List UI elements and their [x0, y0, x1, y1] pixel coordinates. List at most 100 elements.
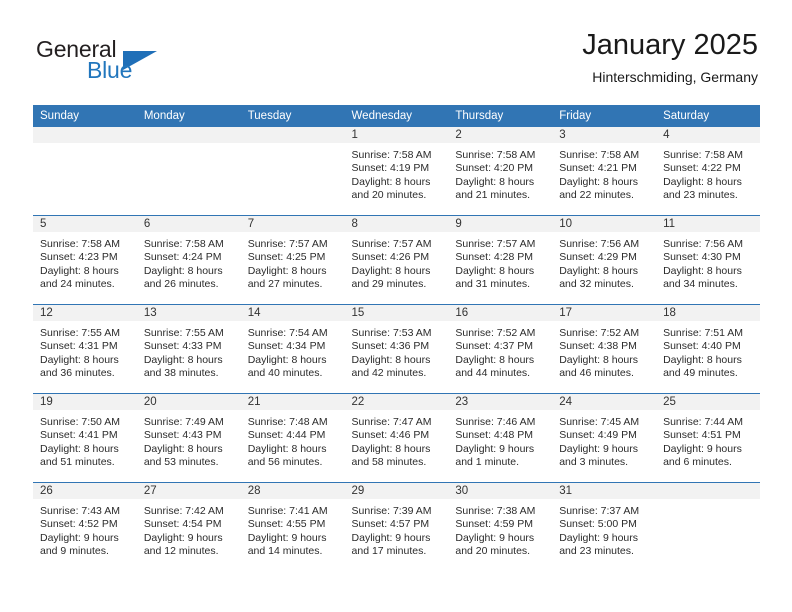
calendar-day-cell: 24 Sunrise: 7:45 AM Sunset: 4:49 PM Dayligh…	[552, 393, 657, 483]
daylight-text-line2: and 40 minutes.	[247, 367, 323, 380]
day-cell[interactable]: 12 Sunrise: 7:55 AM Sunset: 4:31 PM Dayligh…	[33, 305, 137, 393]
calendar-day-cell: 2 Sunrise: 7:58 AM Sunset: 4:20 PM Daylight…	[448, 127, 553, 216]
daylight-text-line1: Daylight: 8 hours	[663, 264, 742, 277]
sunrise-text: Sunrise: 7:43 AM	[40, 505, 120, 517]
sunrise-text: Sunrise: 7:52 AM	[455, 327, 536, 339]
daylight-text-line2: and 23 minutes.	[559, 545, 634, 558]
day-cell[interactable]: 29 Sunrise: 7:39 AM Sunset: 4:57 PM Dayligh…	[344, 483, 449, 571]
day-cell[interactable]: 24 Sunrise: 7:45 AM Sunset: 4:49 PM Dayligh…	[552, 394, 657, 482]
day-cell[interactable]: 5 Sunrise: 7:58 AM Sunset: 4:23 PM Daylight…	[33, 216, 137, 304]
daylight-text-line1: Daylight: 8 hours	[143, 264, 223, 277]
day-details: Sunrise: 7:48 AM Sunset: 4:44 PM Daylight:…	[241, 411, 345, 470]
day-cell[interactable]: 19 Sunrise: 7:50 AM Sunset: 4:41 PM Dayligh…	[33, 394, 137, 482]
sunrise-text: Sunrise: 7:49 AM	[143, 416, 224, 428]
day-number: 3	[552, 127, 657, 144]
day-number: 23	[448, 394, 553, 411]
weekday-header-sunday: Sunday	[33, 105, 137, 127]
calendar-day-cell: 10 Sunrise: 7:56 AM Sunset: 4:29 PM Dayligh…	[552, 215, 657, 305]
day-details: Sunrise: 7:52 AM Sunset: 4:37 PM Daylight:…	[448, 322, 552, 381]
weekday-header-thursday: Thursday	[448, 105, 553, 127]
calendar-day-cell	[240, 127, 345, 216]
day-cell[interactable]: 28 Sunrise: 7:41 AM Sunset: 4:55 PM Dayligh…	[240, 483, 345, 571]
day-cell[interactable]: 20 Sunrise: 7:49 AM Sunset: 4:43 PM Dayligh…	[136, 394, 241, 482]
sunrise-text: Sunrise: 7:58 AM	[559, 149, 640, 161]
daylight-text-line2: and 22 minutes.	[559, 189, 634, 202]
calendar-day-cell: 12 Sunrise: 7:55 AM Sunset: 4:31 PM Dayligh…	[33, 304, 137, 394]
day-cell[interactable]: 7 Sunrise: 7:57 AM Sunset: 4:25 PM Daylight…	[240, 216, 345, 304]
daylight-text-line2: and 24 minutes.	[40, 278, 115, 291]
daylight-text-line1: Daylight: 9 hours	[40, 531, 119, 544]
day-cell[interactable]: 8 Sunrise: 7:57 AM Sunset: 4:26 PM Daylight…	[344, 216, 449, 304]
day-details: Sunrise: 7:58 AM Sunset: 4:23 PM Daylight:…	[33, 233, 137, 292]
weekday-header-row: Sunday Monday Tuesday Wednesday Thursday…	[33, 105, 760, 127]
daylight-text-line2: and 58 minutes.	[351, 456, 427, 469]
sunrise-text: Sunrise: 7:54 AM	[247, 327, 328, 339]
calendar-day-cell: 31 Sunrise: 7:37 AM Sunset: 5:00 PM Dayligh…	[552, 482, 657, 571]
sunset-text: Sunset: 4:19 PM	[351, 162, 430, 175]
calendar-day-cell: 27 Sunrise: 7:42 AM Sunset: 4:54 PM Dayligh…	[136, 482, 241, 571]
daylight-text-line2: and 34 minutes.	[663, 278, 738, 291]
daylight-text-line2: and 12 minutes.	[143, 545, 219, 558]
day-cell[interactable]: 26 Sunrise: 7:43 AM Sunset: 4:52 PM Dayligh…	[33, 483, 137, 571]
day-cell[interactable]: 11 Sunrise: 7:56 AM Sunset: 4:30 PM Dayligh…	[656, 216, 760, 304]
day-cell[interactable]: 16 Sunrise: 7:52 AM Sunset: 4:37 PM Dayligh…	[448, 305, 553, 393]
sunrise-text: Sunrise: 7:52 AM	[559, 327, 640, 339]
day-cell[interactable]: 27 Sunrise: 7:42 AM Sunset: 4:54 PM Dayligh…	[136, 483, 241, 571]
day-cell[interactable]: 25 Sunrise: 7:44 AM Sunset: 4:51 PM Dayligh…	[656, 394, 760, 482]
day-details: Sunrise: 7:55 AM Sunset: 4:33 PM Daylight:…	[137, 322, 241, 381]
daylight-text-line1: Daylight: 9 hours	[559, 442, 639, 455]
day-cell[interactable]: 3 Sunrise: 7:58 AM Sunset: 4:21 PM Daylight…	[552, 127, 657, 215]
day-cell[interactable]: 14 Sunrise: 7:54 AM Sunset: 4:34 PM Dayligh…	[240, 305, 345, 393]
day-cell[interactable]: 30 Sunrise: 7:38 AM Sunset: 4:59 PM Dayligh…	[448, 483, 553, 571]
calendar-day-cell: 8 Sunrise: 7:57 AM Sunset: 4:26 PM Daylight…	[344, 215, 449, 305]
daylight-text-line2: and 42 minutes.	[351, 367, 427, 380]
day-number: 11	[656, 216, 760, 233]
day-cell[interactable]: 17 Sunrise: 7:52 AM Sunset: 4:38 PM Dayligh…	[552, 305, 657, 393]
daylight-text-line2: and 49 minutes.	[663, 367, 738, 380]
page-header: General Blue January 2025 Hinterschmidin…	[34, 28, 758, 100]
day-cell[interactable]: 31 Sunrise: 7:37 AM Sunset: 5:00 PM Dayligh…	[552, 483, 657, 571]
daylight-text-line1: Daylight: 8 hours	[455, 175, 535, 188]
day-cell[interactable]: 13 Sunrise: 7:55 AM Sunset: 4:33 PM Dayligh…	[136, 305, 241, 393]
day-cell[interactable]: 2 Sunrise: 7:58 AM Sunset: 4:20 PM Daylight…	[448, 127, 553, 215]
title-block: January 2025 Hinterschmiding, Germany	[582, 28, 758, 86]
day-cell[interactable]: 4 Sunrise: 7:58 AM Sunset: 4:22 PM Daylight…	[656, 127, 760, 215]
location-subtitle: Hinterschmiding, Germany	[592, 69, 758, 85]
daylight-text-line1: Daylight: 9 hours	[559, 531, 639, 544]
calendar-day-cell	[136, 127, 241, 216]
calendar-day-cell: 20 Sunrise: 7:49 AM Sunset: 4:43 PM Dayligh…	[136, 393, 241, 483]
day-number: 14	[240, 305, 345, 322]
day-details: Sunrise: 7:58 AM Sunset: 4:22 PM Daylight:…	[656, 144, 760, 203]
day-cell[interactable]: 23 Sunrise: 7:46 AM Sunset: 4:48 PM Dayligh…	[448, 394, 553, 482]
day-details: Sunrise: 7:45 AM Sunset: 4:49 PM Daylight:…	[552, 411, 656, 470]
day-cell[interactable]: 9 Sunrise: 7:57 AM Sunset: 4:28 PM Daylight…	[448, 216, 553, 304]
calendar-day-cell: 18 Sunrise: 7:51 AM Sunset: 4:40 PM Dayligh…	[656, 304, 760, 394]
day-details: Sunrise: 7:57 AM Sunset: 4:28 PM Daylight:…	[448, 233, 552, 292]
day-number: 25	[656, 394, 760, 411]
daylight-text-line1: Daylight: 8 hours	[663, 353, 742, 366]
daylight-text-line2: and 14 minutes.	[247, 545, 323, 558]
sunrise-text: Sunrise: 7:44 AM	[663, 416, 744, 428]
day-cell[interactable]: 18 Sunrise: 7:51 AM Sunset: 4:40 PM Dayligh…	[656, 305, 760, 393]
sunset-text: Sunset: 4:31 PM	[40, 340, 118, 353]
daylight-text-line1: Daylight: 8 hours	[351, 442, 431, 455]
daylight-text-line1: Daylight: 8 hours	[143, 442, 223, 455]
calendar-day-cell: 4 Sunrise: 7:58 AM Sunset: 4:22 PM Daylight…	[656, 127, 760, 216]
daylight-text-line1: Daylight: 8 hours	[559, 264, 639, 277]
weekday-header-friday: Friday	[552, 105, 657, 127]
day-cell[interactable]: 1 Sunrise: 7:58 AM Sunset: 4:19 PM Daylight…	[344, 127, 449, 215]
day-cell[interactable]: 10 Sunrise: 7:56 AM Sunset: 4:29 PM Dayligh…	[552, 216, 657, 304]
sunrise-text: Sunrise: 7:58 AM	[663, 149, 744, 161]
calendar-week-row: 26 Sunrise: 7:43 AM Sunset: 4:52 PM Dayligh…	[33, 482, 760, 571]
day-details: Sunrise: 7:58 AM Sunset: 4:20 PM Daylight:…	[448, 144, 552, 203]
day-details: Sunrise: 7:38 AM Sunset: 4:59 PM Daylight:…	[448, 500, 552, 559]
sunrise-text: Sunrise: 7:50 AM	[40, 416, 120, 428]
day-cell[interactable]: 6 Sunrise: 7:58 AM Sunset: 4:24 PM Daylight…	[136, 216, 241, 304]
day-cell[interactable]: 15 Sunrise: 7:53 AM Sunset: 4:36 PM Dayligh…	[344, 305, 449, 393]
daylight-text-line1: Daylight: 8 hours	[247, 264, 327, 277]
sunrise-text: Sunrise: 7:42 AM	[143, 505, 224, 517]
day-cell[interactable]: 21 Sunrise: 7:48 AM Sunset: 4:44 PM Dayligh…	[240, 394, 345, 482]
daylight-text-line2: and 29 minutes.	[351, 278, 427, 291]
day-number: 20	[136, 394, 241, 411]
day-cell[interactable]: 22 Sunrise: 7:47 AM Sunset: 4:46 PM Dayligh…	[344, 394, 449, 482]
